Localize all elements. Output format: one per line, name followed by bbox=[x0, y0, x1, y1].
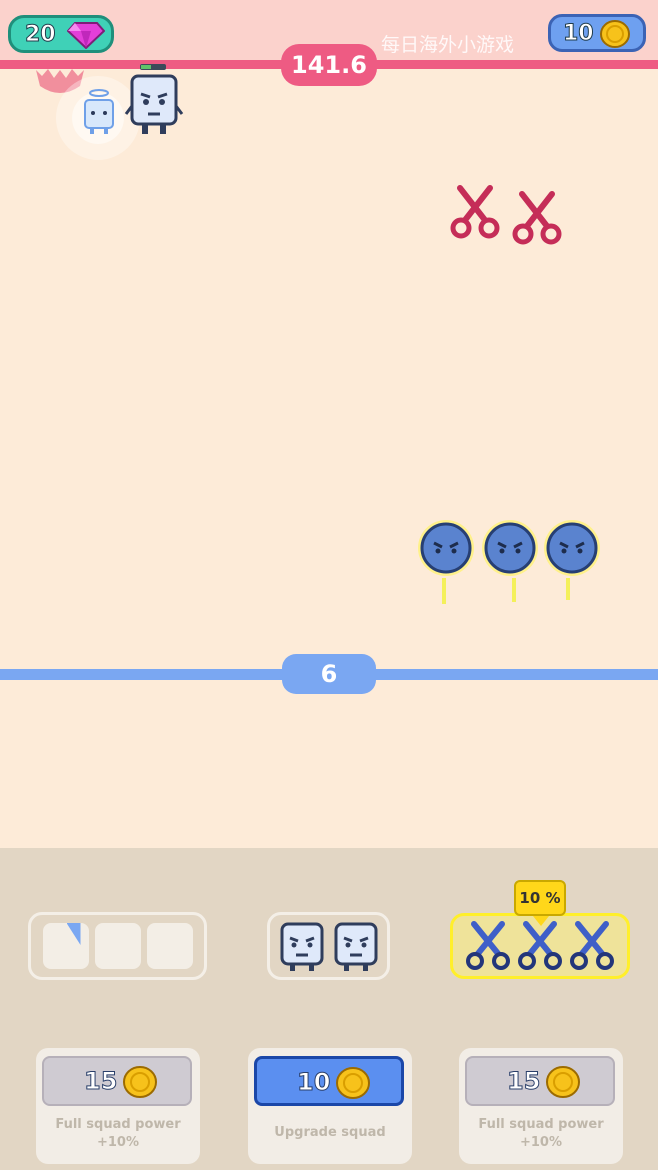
gem-count: 20 bbox=[25, 22, 57, 48]
ghost-cube-icon bbox=[84, 89, 114, 134]
squad-slot-group-cubes[interactable] bbox=[267, 912, 390, 980]
upgrade-label: Full squad power bbox=[478, 1117, 604, 1132]
coin-icon bbox=[336, 1067, 370, 1099]
scissors-icon bbox=[518, 921, 562, 970]
coin-icon bbox=[546, 1066, 580, 1098]
coin-counter: 10 bbox=[548, 14, 646, 52]
cube-hero-icon bbox=[334, 922, 377, 971]
gem-counter: 20 bbox=[8, 15, 114, 53]
squad-slot[interactable] bbox=[94, 923, 141, 969]
player-hp-value: 6 bbox=[320, 660, 338, 688]
upgrade-card-squad[interactable]: 10 Upgrade squad bbox=[248, 1048, 412, 1164]
watermark-text: 每日海外小游戏 bbox=[381, 34, 515, 56]
scissors-icon bbox=[570, 921, 614, 970]
squad-slot-group-empty[interactable] bbox=[28, 912, 207, 980]
cube-hero-icon bbox=[280, 922, 323, 971]
boost-badge: 10 % bbox=[514, 880, 566, 926]
upgrade-card-power-right[interactable]: 15 Full squad power +10% bbox=[459, 1048, 623, 1164]
scissors-icon bbox=[450, 185, 500, 239]
blob-enemy-icon bbox=[544, 520, 600, 600]
enemy-hp-value: 141.6 bbox=[291, 51, 367, 79]
gem-icon bbox=[67, 22, 105, 49]
squad-slot[interactable] bbox=[42, 923, 89, 969]
enemy-hp-counter: 141.6 bbox=[281, 44, 377, 86]
blob-enemy-icon bbox=[418, 520, 474, 604]
upgrade-label: Upgrade squad bbox=[274, 1125, 386, 1140]
upgrade-price: 10 bbox=[296, 1068, 331, 1097]
player-hp-counter: 6 bbox=[282, 654, 376, 694]
coin-icon bbox=[123, 1066, 157, 1098]
coin-count: 10 bbox=[563, 21, 595, 47]
scissors-icon bbox=[512, 191, 562, 245]
upgrade-price: 15 bbox=[506, 1067, 541, 1096]
upgrade-price-button[interactable]: 15 bbox=[465, 1056, 615, 1106]
upgrade-price: 15 bbox=[83, 1067, 118, 1096]
upgrade-price-button[interactable]: 10 bbox=[254, 1056, 404, 1106]
slot-fill-progress bbox=[66, 923, 81, 945]
scissors-icon bbox=[466, 921, 510, 970]
coin-icon bbox=[600, 20, 630, 48]
cube-hero-icon bbox=[124, 64, 184, 134]
squad-slot[interactable] bbox=[146, 923, 193, 969]
upgrade-price-button[interactable]: 15 bbox=[42, 1056, 192, 1106]
upgrade-label: Full squad power bbox=[55, 1117, 181, 1132]
upgrade-label-sub: +10% bbox=[96, 1135, 139, 1150]
upgrade-label-sub: +10% bbox=[519, 1135, 562, 1150]
upgrade-card-power-left[interactable]: 15 Full squad power +10% bbox=[36, 1048, 200, 1164]
